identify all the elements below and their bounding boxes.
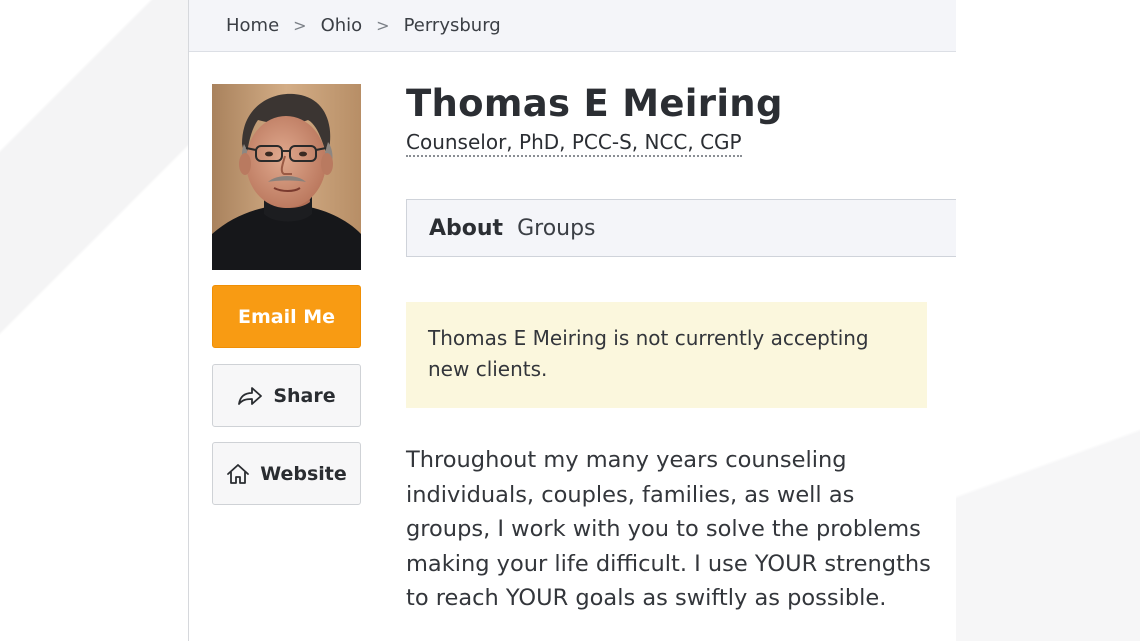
profile-tabs: About Groups — [406, 199, 956, 257]
portrait-image — [212, 84, 361, 270]
email-me-label: Email Me — [237, 305, 336, 328]
website-label: Website — [260, 462, 347, 485]
share-label: Share — [273, 384, 336, 407]
background-right — [955, 0, 1140, 641]
background-left — [0, 0, 188, 641]
profile-bio: Throughout my many years counseling indi… — [406, 447, 931, 611]
email-me-button[interactable]: Email Me — [212, 285, 361, 348]
breadcrumb-state[interactable]: Ohio — [321, 15, 363, 36]
availability-notice: Thomas E Meiring is not currently accept… — [406, 302, 927, 408]
breadcrumb-separator: > — [293, 16, 307, 35]
breadcrumb-separator: > — [376, 16, 390, 35]
website-button[interactable]: Website — [212, 442, 361, 505]
share-button[interactable]: Share — [212, 364, 361, 427]
breadcrumb-home[interactable]: Home — [226, 15, 279, 36]
home-icon — [226, 463, 250, 485]
tab-groups[interactable]: Groups — [517, 216, 595, 241]
breadcrumb: Home > Ohio > Perrysburg — [189, 0, 956, 52]
profile-credentials[interactable]: Counselor, PhD, PCC-S, NCC, CGP — [406, 130, 742, 157]
profile-photo — [212, 84, 361, 270]
profile-page: Home > Ohio > Perrysburg Email Me Share … — [188, 0, 956, 641]
share-arrow-icon — [237, 385, 263, 407]
breadcrumb-city[interactable]: Perrysburg — [404, 15, 501, 36]
screen: Home > Ohio > Perrysburg Email Me Share … — [0, 0, 1140, 641]
tab-about[interactable]: About — [429, 216, 503, 241]
profile-name: Thomas E Meiring — [406, 82, 783, 125]
